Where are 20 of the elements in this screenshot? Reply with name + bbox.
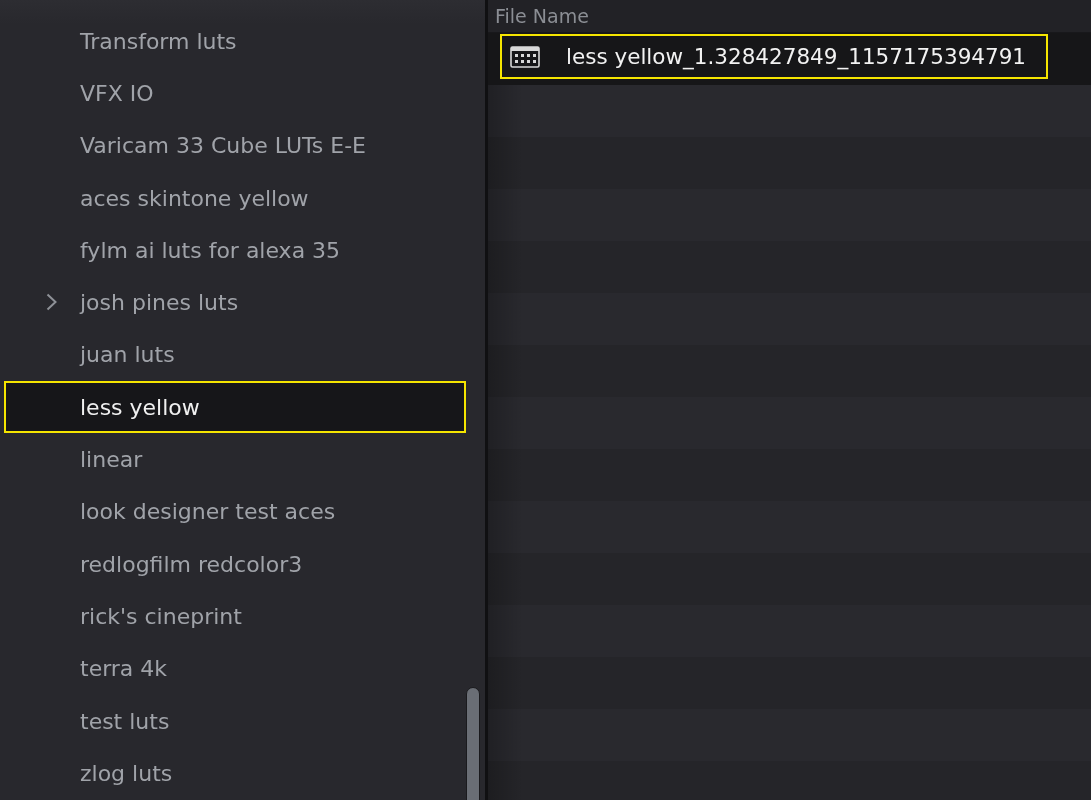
file-row[interactable]: less yellow_1.328427849_1157175394791 <box>500 34 1049 79</box>
folder-item[interactable]: aces skintone yellow <box>4 171 466 225</box>
column-header[interactable]: File Name <box>495 5 589 27</box>
folder-item[interactable]: zlog luts <box>4 747 466 800</box>
folder-item[interactable]: VFX IO <box>4 67 466 120</box>
folder-item[interactable]: redlogfilm redcolor3 <box>4 537 466 591</box>
folder-item[interactable]: fylm ai luts for alexa 35 <box>4 224 466 277</box>
folder-item[interactable]: Varicam 33 Cube LUTs E-E <box>4 119 466 172</box>
folder-item[interactable]: terra 4k <box>4 642 466 695</box>
folder-item[interactable]: less yellow <box>4 381 466 434</box>
folder-item[interactable]: look designer test aces <box>4 485 466 538</box>
chevron-right-icon[interactable] <box>46 293 57 312</box>
folder-item[interactable]: Transform luts <box>4 15 466 68</box>
folder-item[interactable]: rick's cineprint <box>4 590 466 643</box>
folder-item[interactable]: juan luts <box>4 328 466 382</box>
folder-item[interactable]: josh pines luts <box>4 276 466 329</box>
folder-item[interactable]: test luts <box>4 694 466 748</box>
folder-item[interactable]: linear <box>4 433 466 486</box>
grid-icon <box>510 45 540 68</box>
scrollbar-thumb[interactable] <box>466 687 480 800</box>
